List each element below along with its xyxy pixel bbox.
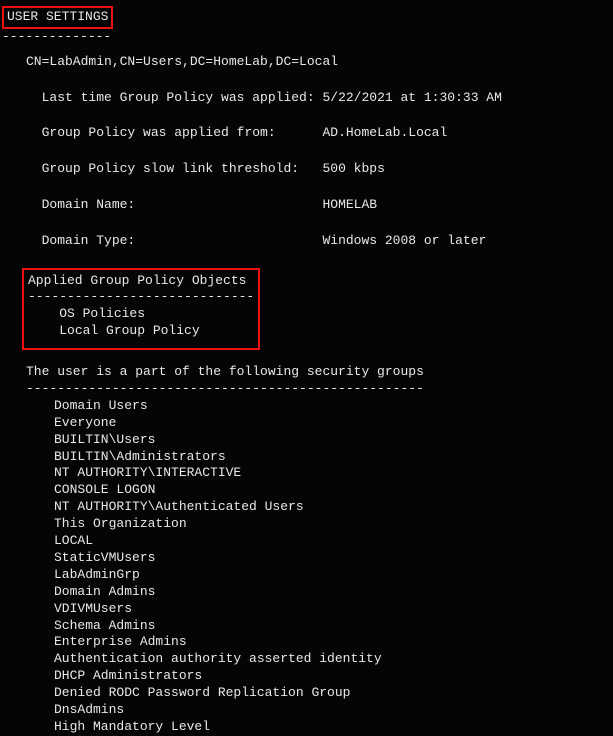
security-group-item: NT AUTHORITY\INTERACTIVE [54, 465, 613, 482]
security-group-item: Denied RODC Password Replication Group [54, 685, 613, 702]
security-group-item: Domain Users [54, 398, 613, 415]
user-settings-header: USER SETTINGS [2, 6, 113, 29]
kv-value: 5/22/2021 at 1:30:33 AM [322, 90, 501, 105]
security-group-item: High Mandatory Level [54, 719, 613, 736]
security-group-item: Authentication authority asserted identi… [54, 651, 613, 668]
security-group-item: CONSOLE LOGON [54, 482, 613, 499]
security-group-item: BUILTIN\Administrators [54, 449, 613, 466]
security-group-item: DHCP Administrators [54, 668, 613, 685]
kv-last-apply: Last time Group Policy was applied: 5/22… [26, 73, 613, 107]
security-groups-title: The user is a part of the following secu… [26, 364, 613, 381]
security-group-item: StaticVMUsers [54, 550, 613, 567]
applied-gpo-title: Applied Group Policy Objects [28, 273, 254, 290]
kv-label: Group Policy was applied from: [42, 125, 276, 140]
kv-domain-type: Domain Type: Windows 2008 or later [26, 216, 613, 250]
security-group-item: BUILTIN\Users [54, 432, 613, 449]
applied-gpo-rule: ----------------------------- [28, 289, 254, 306]
kv-value: AD.HomeLab.Local [322, 125, 447, 140]
security-group-item: Schema Admins [54, 618, 613, 635]
security-groups-rule: ----------------------------------------… [26, 381, 613, 398]
kv-value: HOMELAB [322, 197, 377, 212]
kv-domain-name: Domain Name: HOMELAB [26, 180, 613, 214]
security-group-item: Everyone [54, 415, 613, 432]
security-group-item: VDIVMUsers [54, 601, 613, 618]
applied-gpo-box: Applied Group Policy Objects -----------… [22, 268, 260, 351]
security-group-item: This Organization [54, 516, 613, 533]
header-rule: -------------- [2, 29, 613, 46]
kv-label: Domain Name: [42, 197, 136, 212]
kv-value: Windows 2008 or later [322, 233, 486, 248]
kv-value: 500 kbps [322, 161, 384, 176]
security-groups-list: Domain UsersEveryoneBUILTIN\UsersBUILTIN… [54, 398, 613, 736]
kv-label: Last time Group Policy was applied: [42, 90, 315, 105]
security-group-item: NT AUTHORITY\Authenticated Users [54, 499, 613, 516]
gpo-item-label: Local Group Policy [59, 323, 199, 338]
security-group-item: LOCAL [54, 533, 613, 550]
kv-label: Group Policy slow link threshold: [42, 161, 299, 176]
kv-slow-link: Group Policy slow link threshold: 500 kb… [26, 144, 613, 178]
kv-label: Domain Type: [42, 233, 136, 248]
gpo-item: OS Policies [28, 306, 254, 323]
security-group-item: DnsAdmins [54, 702, 613, 719]
security-group-item: Enterprise Admins [54, 634, 613, 651]
security-group-item: LabAdminGrp [54, 567, 613, 584]
security-group-item: Domain Admins [54, 584, 613, 601]
kv-applied-from: Group Policy was applied from: AD.HomeLa… [26, 108, 613, 142]
gpo-item-label: OS Policies [59, 306, 145, 321]
user-dn: CN=LabAdmin,CN=Users,DC=HomeLab,DC=Local [26, 54, 613, 71]
gpo-item: Local Group Policy [28, 323, 254, 340]
